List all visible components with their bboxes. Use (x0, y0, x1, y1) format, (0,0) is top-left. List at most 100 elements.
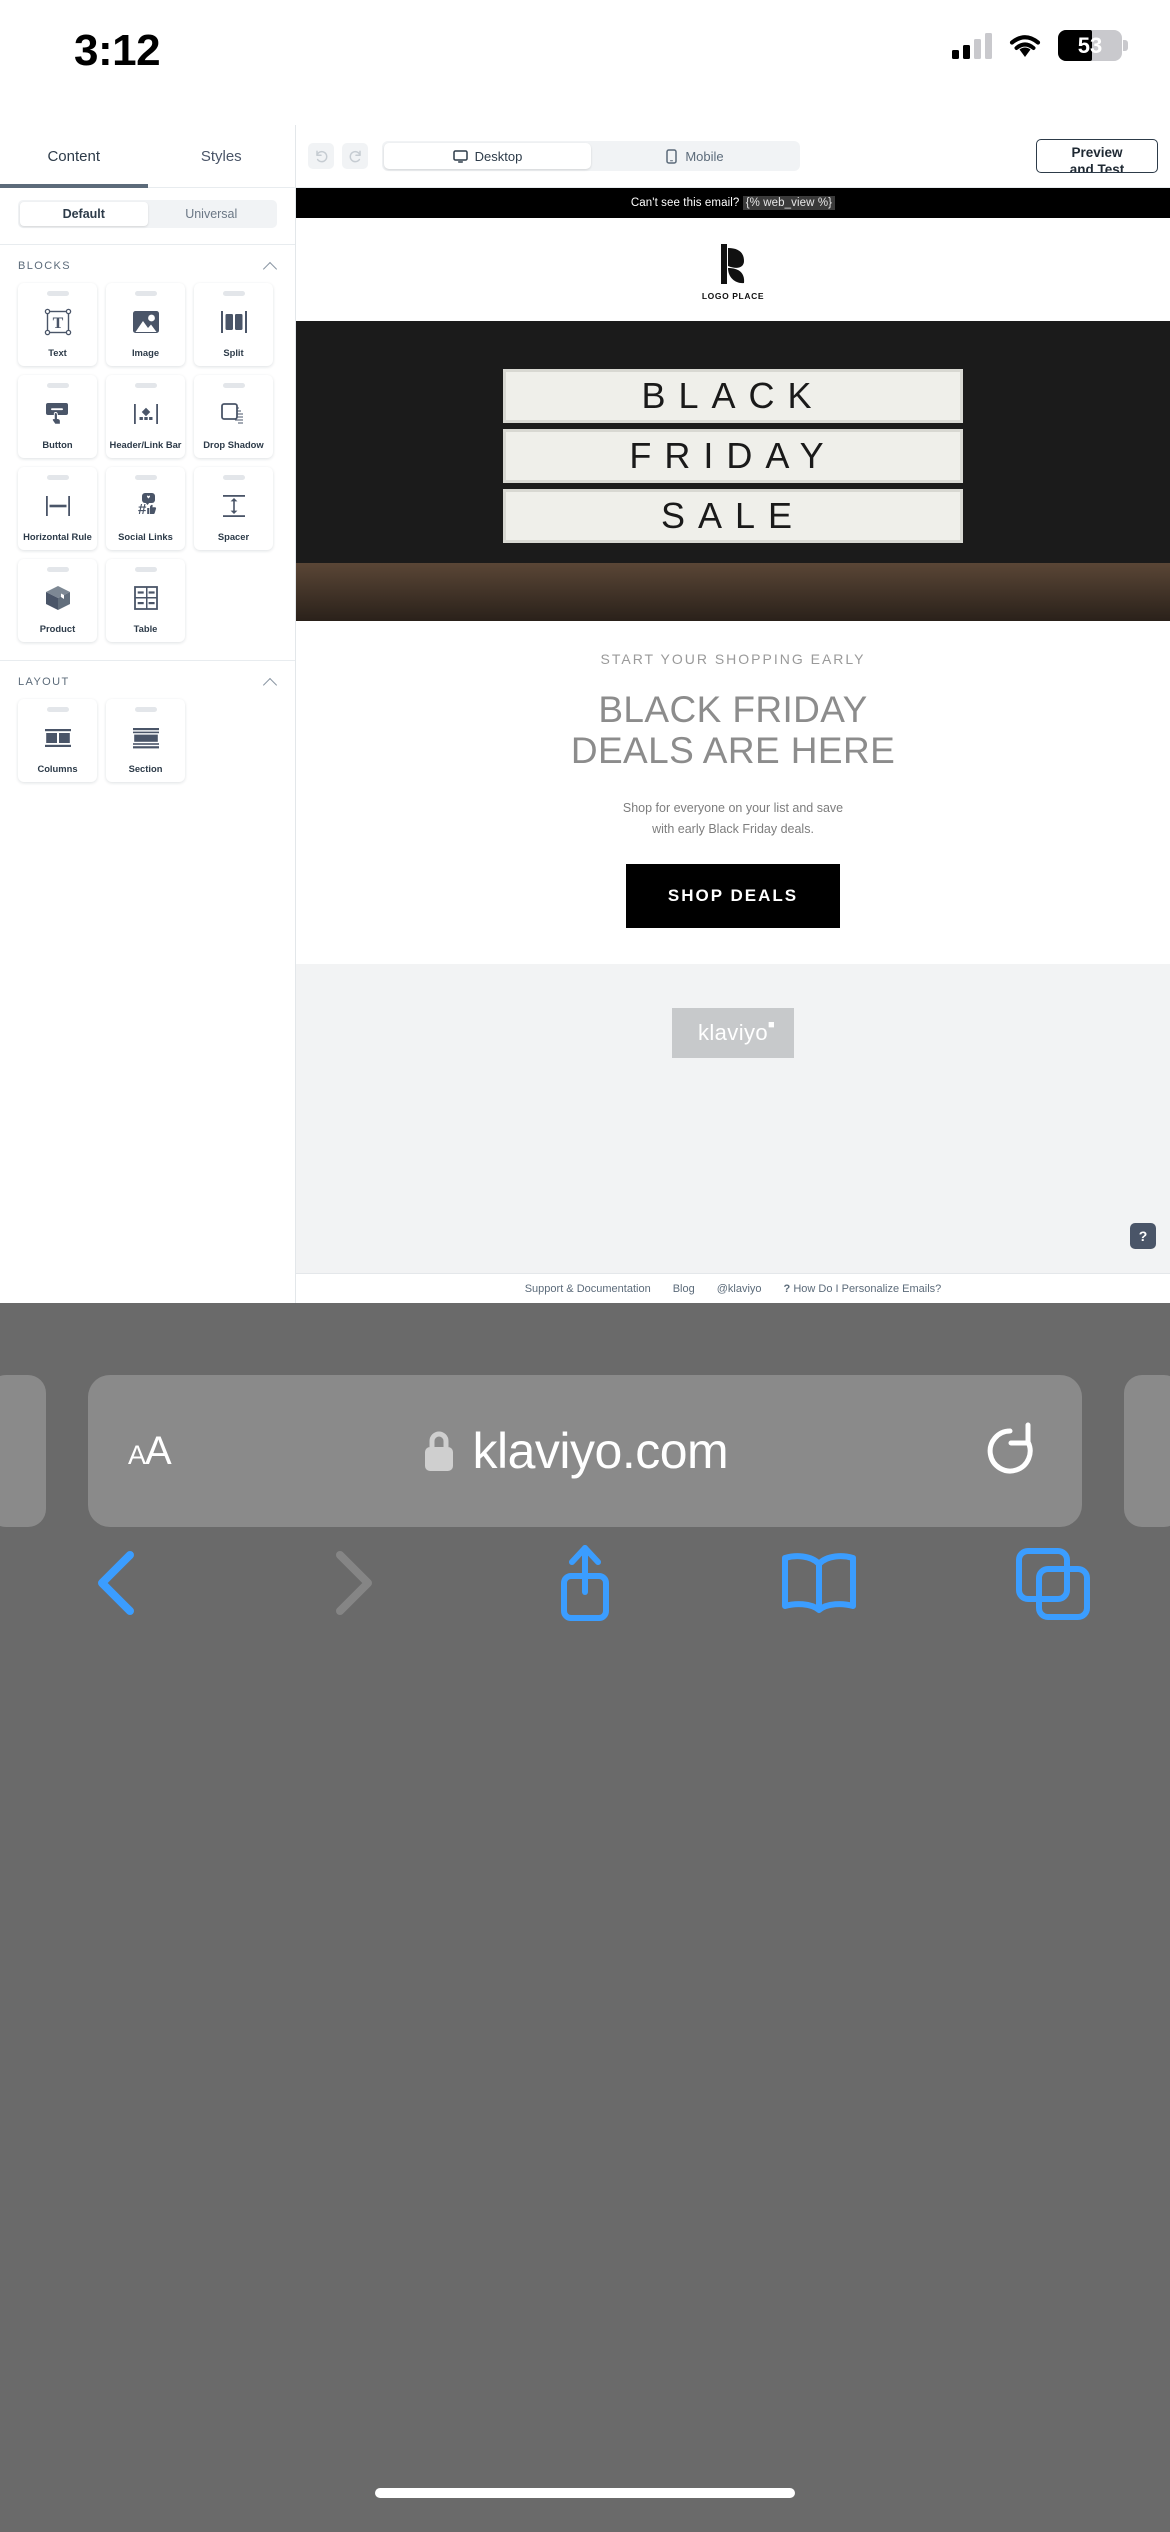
hero-image[interactable]: BLACK FRIDAY SALE (296, 321, 1170, 621)
mobile-icon (665, 148, 678, 164)
web-page: Content Styles Default Universal BLOCKS (0, 125, 1170, 1303)
block-card-product[interactable]: Product (18, 559, 97, 642)
layout-card-columns[interactable]: Columns (18, 699, 97, 782)
block-label: Button (42, 438, 73, 450)
blocks-section-title: BLOCKS (18, 260, 72, 272)
email-body-section: START YOUR SHOPPING EARLY BLACK FRIDAY D… (296, 621, 1170, 965)
safari-url-display[interactable]: klaviyo.com (171, 1422, 978, 1480)
panel-tabs: Content Styles (0, 125, 295, 188)
forward-chevron-icon[interactable] (234, 1543, 468, 1623)
desktop-icon (452, 149, 468, 164)
status-time: 3:12 (74, 26, 161, 75)
tabs-icon[interactable] (936, 1545, 1170, 1621)
product-box-icon (44, 572, 72, 624)
book-icon[interactable] (702, 1548, 936, 1618)
block-card-spacer[interactable]: Spacer (194, 467, 273, 550)
block-card-horizontal-rule[interactable]: Horizontal Rule (18, 467, 97, 550)
footer-link-personalize[interactable]: ? How Do I Personalize Emails? (784, 1283, 942, 1295)
help-button[interactable]: ? (1130, 1223, 1156, 1249)
leaf-logo-icon (721, 244, 745, 284)
preview-button-line2: and Test (1069, 161, 1125, 173)
layout-card-section[interactable]: Section (106, 699, 185, 782)
image-block-icon (132, 296, 160, 348)
safari-tab-row: AA klaviyo.com (0, 1339, 1170, 1527)
spacer-icon (220, 480, 248, 532)
device-desktop-button[interactable]: Desktop (384, 143, 591, 169)
shop-deals-button[interactable]: SHOP DEALS (625, 864, 841, 929)
email-headline[interactable]: BLACK FRIDAY DEALS ARE HERE (336, 689, 1130, 772)
preview-side: Desktop Mobile Preview and Test Can't se… (296, 125, 1170, 1303)
device-mobile-label: Mobile (685, 148, 724, 164)
footer-link-support[interactable]: Support & Documentation (525, 1283, 651, 1295)
safari-url-text: klaviyo.com (472, 1423, 729, 1479)
hero-lightbox: BLACK FRIDAY SALE (503, 369, 963, 549)
safari-prev-tab-card[interactable] (0, 1375, 46, 1527)
klaviyo-badge[interactable]: klaviyo ■ (671, 1008, 795, 1059)
undo-icon[interactable] (308, 143, 334, 169)
block-label: Spacer (217, 530, 250, 542)
block-card-text[interactable]: T Text (18, 283, 97, 366)
block-card-drop-shadow[interactable]: Drop Shadow (194, 375, 273, 458)
segment-universal[interactable]: Universal (148, 202, 276, 226)
block-card-split[interactable]: Split (194, 283, 273, 366)
layout-section-header[interactable]: LAYOUT (18, 675, 277, 689)
footer-link-blog[interactable]: Blog (673, 1283, 695, 1295)
split-block-icon (220, 296, 248, 348)
block-card-button[interactable]: Button (18, 375, 97, 458)
email-canvas[interactable]: Can't see this email? {% web_view %} LOG… (296, 188, 1170, 1303)
device-desktop-label: Desktop (474, 148, 523, 164)
segment-default[interactable]: Default (20, 202, 148, 226)
trademark-mark: ■ (768, 1019, 776, 1032)
web-view-bar[interactable]: Can't see this email? {% web_view %} (296, 188, 1170, 218)
layout-label: Columns (37, 762, 78, 774)
share-icon[interactable] (468, 1540, 702, 1626)
headline-line-1: BLACK FRIDAY (598, 689, 868, 730)
editor-panel: Content Styles Default Universal BLOCKS (0, 125, 296, 1303)
template-scope-segment: Default Universal (18, 200, 277, 228)
layout-section: LAYOUT Columns Section (0, 660, 295, 790)
social-links-icon: # (131, 480, 161, 532)
redo-icon[interactable] (342, 143, 368, 169)
email-subcopy[interactable]: Shop for everyone on your list and save … (336, 798, 1130, 841)
block-label: Split (223, 346, 244, 358)
logo-block[interactable]: LOGO PLACE (296, 218, 1170, 321)
safari-nav-row (0, 1518, 1170, 1648)
drop-shadow-icon (219, 388, 249, 440)
block-card-social-links[interactable]: # Social Links (106, 467, 185, 550)
subcopy-line-1: Shop for everyone on your list and save (622, 800, 844, 815)
battery-percent: 53 (1077, 32, 1103, 58)
hero-line-1: BLACK (503, 369, 963, 423)
text-size-small-a: A (128, 1439, 146, 1470)
svg-text:#: # (138, 501, 147, 518)
tab-styles[interactable]: Styles (147, 125, 295, 187)
reload-icon[interactable] (978, 1419, 1042, 1483)
block-card-header-link-bar[interactable]: Header/Link Bar (106, 375, 185, 458)
blocks-section: BLOCKS T Text Image Split Button Header/… (0, 244, 295, 650)
blocks-section-header[interactable]: BLOCKS (18, 259, 277, 273)
battery-icon: 53 (1058, 30, 1128, 61)
block-card-table[interactable]: Table (106, 559, 185, 642)
block-label: Image (131, 346, 160, 358)
safari-next-tab-card[interactable] (1124, 1375, 1170, 1527)
chevron-up-icon[interactable] (263, 675, 277, 689)
back-chevron-icon[interactable] (0, 1543, 234, 1623)
block-card-image[interactable]: Image (106, 283, 185, 366)
text-size-big-a: A (145, 1428, 172, 1473)
preview-and-test-button[interactable]: Preview and Test (1036, 139, 1158, 173)
text-size-button[interactable]: AA (128, 1428, 172, 1474)
preview-toolbar: Desktop Mobile Preview and Test (296, 125, 1170, 188)
text-block-icon: T (43, 296, 73, 348)
preview-button-line1: Preview (1071, 145, 1123, 160)
device-mobile-button[interactable]: Mobile (591, 143, 798, 169)
email-kicker[interactable]: START YOUR SHOPPING EARLY (336, 651, 1130, 667)
headline-line-2: DEALS ARE HERE (570, 730, 896, 772)
section-layout-icon (131, 712, 161, 764)
safari-address-bar[interactable]: AA klaviyo.com (88, 1375, 1082, 1527)
layout-grid: Columns Section (18, 699, 277, 782)
block-label: Horizontal Rule (23, 530, 92, 542)
footer-link-twitter[interactable]: @klaviyo (717, 1283, 762, 1295)
tab-content[interactable]: Content (0, 125, 148, 188)
svg-text:T: T (52, 315, 63, 332)
chevron-up-icon[interactable] (263, 259, 277, 273)
question-mark-icon: ? (783, 1282, 791, 1295)
